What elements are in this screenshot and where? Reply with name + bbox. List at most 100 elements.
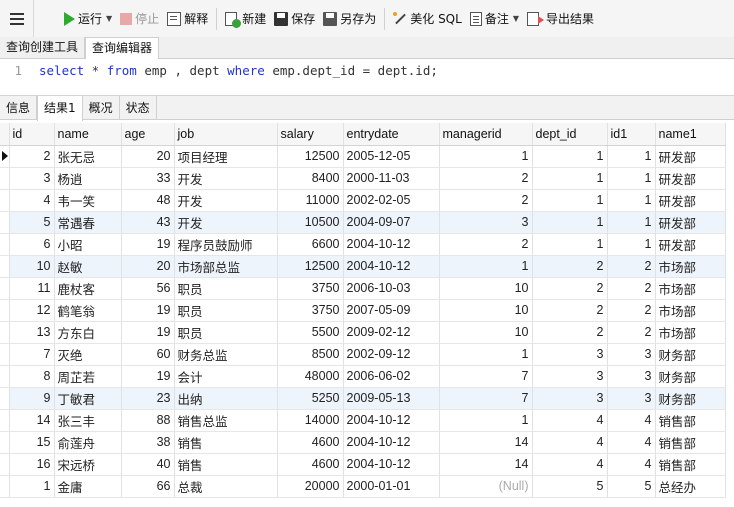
cell-dept_id[interactable]: 3	[532, 365, 608, 388]
cell-job[interactable]: 职员	[174, 299, 278, 322]
table-row[interactable]: 16 宋远桥 40 销售 4600 2004-10-12 14 4 4 销售部	[0, 453, 726, 476]
cell-name1[interactable]: 财务部	[655, 365, 726, 388]
column-header-dept_id[interactable]: dept_id	[532, 123, 608, 146]
cell-name[interactable]: 方东白	[54, 321, 122, 344]
cell-id1[interactable]: 5	[607, 475, 656, 498]
cell-salary[interactable]: 5250	[277, 387, 344, 410]
cell-job[interactable]: 销售	[174, 431, 278, 454]
save-as-button[interactable]: 另存为	[319, 7, 380, 31]
chevron-down-icon[interactable]: ▼	[513, 14, 519, 23]
cell-job[interactable]: 项目经理	[174, 145, 278, 168]
cell-id1[interactable]: 1	[607, 211, 656, 234]
cell-dept_id[interactable]: 1	[532, 189, 608, 212]
cell-age[interactable]: 20	[121, 145, 175, 168]
cell-salary[interactable]: 8400	[277, 167, 344, 190]
cell-age[interactable]: 19	[121, 299, 175, 322]
cell-salary[interactable]: 4600	[277, 453, 344, 476]
chevron-down-icon[interactable]: ▼	[106, 14, 112, 23]
cell-name[interactable]: 张无忌	[54, 145, 122, 168]
cell-id1[interactable]: 4	[607, 409, 656, 432]
cell-job[interactable]: 销售总监	[174, 409, 278, 432]
tab-info[interactable]: 信息	[0, 96, 38, 120]
stop-button[interactable]: 停止	[116, 7, 163, 31]
cell-name[interactable]: 宋远桥	[54, 453, 122, 476]
cell-id1[interactable]: 1	[607, 145, 656, 168]
beautify-sql-button[interactable]: 美化 SQL	[389, 7, 466, 31]
table-row[interactable]: 13 方东白 19 职员 5500 2009-02-12 10 2 2 市场部	[0, 321, 726, 344]
table-row[interactable]: 5 常遇春 43 开发 10500 2004-09-07 3 1 1 研发部	[0, 211, 726, 234]
cell-salary[interactable]: 14000	[277, 409, 344, 432]
cell-entrydate[interactable]: 2004-10-12	[343, 233, 440, 256]
tab-status[interactable]: 状态	[120, 96, 157, 120]
cell-name[interactable]: 常遇春	[54, 211, 122, 234]
cell-managerid[interactable]: 1	[439, 409, 533, 432]
sql-editor[interactable]: 1 select * from emp , dept where emp.dep…	[0, 59, 734, 95]
cell-id1[interactable]: 3	[607, 343, 656, 366]
cell-name1[interactable]: 销售部	[655, 409, 726, 432]
cell-entrydate[interactable]: 2002-02-05	[343, 189, 440, 212]
cell-name[interactable]: 小昭	[54, 233, 122, 256]
cell-name1[interactable]: 研发部	[655, 167, 726, 190]
cell-job[interactable]: 总裁	[174, 475, 278, 498]
cell-dept_id[interactable]: 2	[532, 299, 608, 322]
cell-age[interactable]: 88	[121, 409, 175, 432]
cell-name1[interactable]: 市场部	[655, 277, 726, 300]
cell-name[interactable]: 灭绝	[54, 343, 122, 366]
cell-age[interactable]: 48	[121, 189, 175, 212]
cell-id[interactable]: 12	[9, 299, 55, 322]
column-header-managerid[interactable]: managerid	[439, 123, 533, 146]
cell-id[interactable]: 10	[9, 255, 55, 278]
table-row[interactable]: 3 杨逍 33 开发 8400 2000-11-03 2 1 1 研发部	[0, 167, 726, 190]
save-button[interactable]: 保存	[270, 7, 319, 31]
cell-entrydate[interactable]: 2000-11-03	[343, 167, 440, 190]
cell-name1[interactable]: 市场部	[655, 299, 726, 322]
cell-name[interactable]: 杨逍	[54, 167, 122, 190]
cell-id[interactable]: 3	[9, 167, 55, 190]
cell-job[interactable]: 职员	[174, 277, 278, 300]
cell-entrydate[interactable]: 2009-02-12	[343, 321, 440, 344]
cell-age[interactable]: 23	[121, 387, 175, 410]
row-marker[interactable]	[0, 475, 10, 498]
cell-id1[interactable]: 1	[607, 167, 656, 190]
cell-name1[interactable]: 研发部	[655, 233, 726, 256]
cell-managerid[interactable]: 2	[439, 189, 533, 212]
cell-entrydate[interactable]: 2006-10-03	[343, 277, 440, 300]
cell-id1[interactable]: 1	[607, 233, 656, 256]
cell-job[interactable]: 销售	[174, 453, 278, 476]
cell-age[interactable]: 38	[121, 431, 175, 454]
cell-job[interactable]: 开发	[174, 189, 278, 212]
cell-dept_id[interactable]: 3	[532, 343, 608, 366]
cell-id[interactable]: 5	[9, 211, 55, 234]
cell-entrydate[interactable]: 2009-05-13	[343, 387, 440, 410]
cell-managerid[interactable]: 10	[439, 277, 533, 300]
cell-name1[interactable]: 研发部	[655, 145, 726, 168]
cell-id1[interactable]: 4	[607, 453, 656, 476]
cell-job[interactable]: 程序员鼓励师	[174, 233, 278, 256]
cell-managerid[interactable]: 1	[439, 343, 533, 366]
cell-dept_id[interactable]: 3	[532, 387, 608, 410]
cell-name[interactable]: 丁敏君	[54, 387, 122, 410]
cell-id1[interactable]: 4	[607, 431, 656, 454]
cell-id[interactable]: 13	[9, 321, 55, 344]
tab-query-builder[interactable]: 查询创建工具	[0, 37, 86, 59]
cell-entrydate[interactable]: 2004-10-12	[343, 431, 440, 454]
cell-managerid[interactable]: 7	[439, 387, 533, 410]
cell-name1[interactable]: 市场部	[655, 255, 726, 278]
cell-salary[interactable]: 48000	[277, 365, 344, 388]
cell-id[interactable]: 15	[9, 431, 55, 454]
cell-salary[interactable]: 4600	[277, 431, 344, 454]
cell-managerid[interactable]: 1	[439, 255, 533, 278]
cell-dept_id[interactable]: 4	[532, 431, 608, 454]
tab-query-editor[interactable]: 查询编辑器	[85, 37, 160, 60]
cell-dept_id[interactable]: 2	[532, 255, 608, 278]
table-row[interactable]: 8 周芷若 19 会计 48000 2006-06-02 7 3 3 财务部	[0, 365, 726, 388]
row-marker[interactable]	[0, 167, 10, 190]
cell-entrydate[interactable]: 2004-10-12	[343, 453, 440, 476]
table-row[interactable]: 9 丁敏君 23 出纳 5250 2009-05-13 7 3 3 财务部	[0, 387, 726, 410]
cell-dept_id[interactable]: 1	[532, 145, 608, 168]
cell-managerid[interactable]: (Null)	[439, 475, 533, 498]
cell-name1[interactable]: 市场部	[655, 321, 726, 344]
cell-name[interactable]: 鹿杖客	[54, 277, 122, 300]
cell-name[interactable]: 俞莲舟	[54, 431, 122, 454]
cell-id[interactable]: 16	[9, 453, 55, 476]
